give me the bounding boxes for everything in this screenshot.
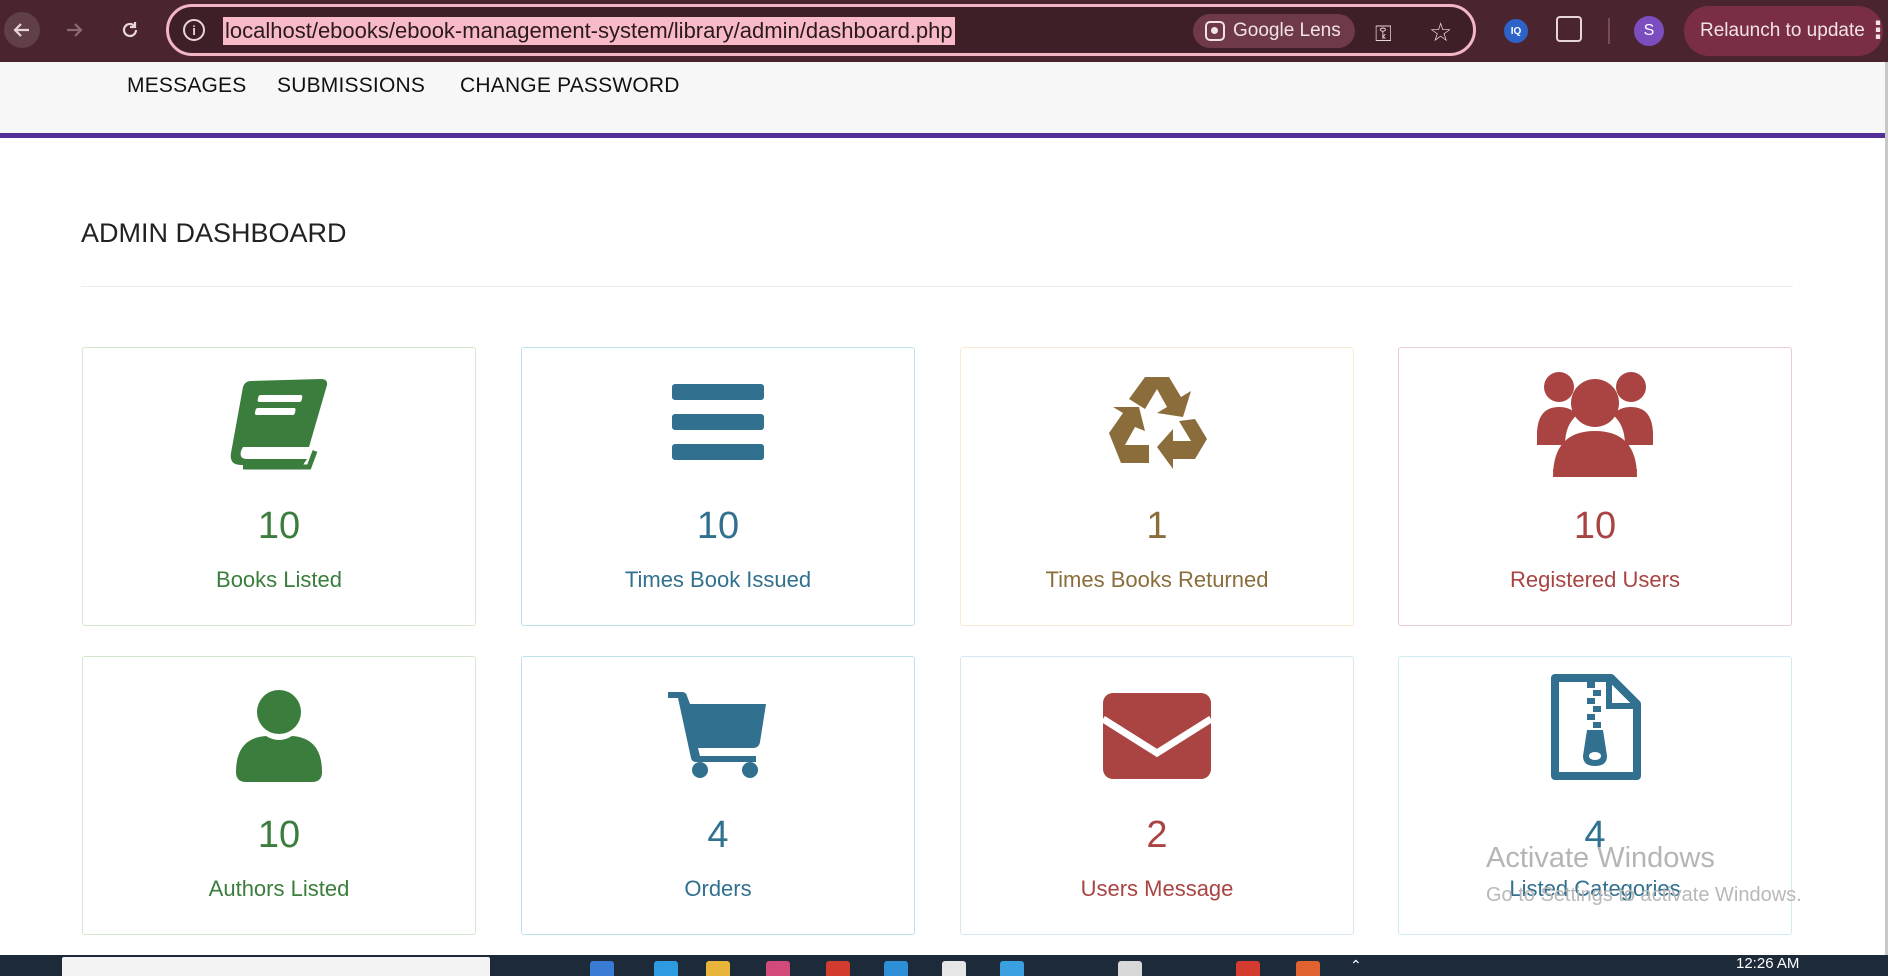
card-label: Authors Listed (208, 876, 350, 901)
relaunch-button[interactable]: Relaunch to update (1684, 6, 1883, 56)
envelope-icon (961, 681, 1353, 791)
back-button[interactable] (4, 12, 40, 48)
card-registered-users[interactable]: 10 Registered Users (1398, 347, 1792, 626)
taskbar-app-icon[interactable] (766, 961, 790, 976)
taskbar-app-icon[interactable] (654, 961, 678, 976)
taskbar-app-icon[interactable] (706, 961, 730, 976)
card-count: 10 (696, 505, 740, 547)
forward-button[interactable] (56, 12, 92, 48)
taskbar-clock: 12:26 AM (1736, 955, 1800, 972)
url-text[interactable]: localhost/ebooks/ebook-management-system… (223, 17, 955, 45)
card-count: 4 (707, 814, 729, 856)
toolbar-divider (1608, 18, 1610, 44)
card-label: Times Books Returned (1045, 567, 1269, 592)
arrow-right-icon (67, 23, 83, 37)
card-count: 2 (1146, 814, 1168, 856)
taskbar-app-icon[interactable] (884, 961, 908, 976)
card-label: Books Listed (216, 567, 342, 592)
bars-icon (522, 368, 914, 478)
taskbar-app-icon[interactable] (942, 961, 966, 976)
lens-icon (1205, 21, 1225, 41)
taskbar-app-icon[interactable] (826, 961, 850, 976)
nav-submissions[interactable]: SUBMISSIONS (277, 74, 425, 98)
card-count: 1 (1146, 505, 1168, 547)
card-times-book-issued[interactable]: 10 Times Book Issued (521, 347, 915, 626)
reload-button[interactable] (112, 12, 148, 48)
card-label: Times Book Issued (624, 567, 812, 592)
page-title: ADMIN DASHBOARD (81, 218, 347, 248)
google-lens-button[interactable]: Google Lens (1193, 14, 1355, 48)
taskbar-app-icon[interactable] (1118, 961, 1142, 976)
site-info-icon[interactable]: i (183, 19, 205, 41)
profile-avatar[interactable]: S (1634, 16, 1664, 46)
taskbar-app-icon[interactable] (1000, 961, 1024, 976)
taskbar-app-icon[interactable] (1296, 961, 1320, 976)
card-count: 10 (1573, 505, 1617, 547)
taskbar-app-icon[interactable] (590, 961, 614, 976)
extension-icon[interactable]: IQ (1504, 19, 1528, 43)
key-icon[interactable]: ⚿ (1375, 21, 1392, 47)
card-label: Users Message (1080, 876, 1234, 901)
arrow-left-icon (13, 23, 29, 37)
card-count: 10 (257, 505, 301, 547)
card-count: 10 (257, 814, 301, 856)
reload-icon (122, 22, 138, 38)
title-divider (81, 286, 1793, 287)
card-orders[interactable]: 4 Orders (521, 656, 915, 935)
card-label: Orders (684, 876, 752, 901)
zip-file-icon (1399, 673, 1791, 783)
windows-taskbar: ⌃ 12:26 AM (0, 955, 1888, 976)
card-authors-listed[interactable]: 10 Authors Listed (82, 656, 476, 935)
chevron-up-icon[interactable]: ⌃ (1350, 957, 1362, 974)
activate-windows-title: Activate Windows (1486, 842, 1715, 874)
nav-change-password[interactable]: CHANGE PASSWORD (460, 74, 680, 98)
card-label: Registered Users (1510, 567, 1680, 592)
address-bar[interactable]: i localhost/ebooks/ebook-management-syst… (166, 4, 1476, 56)
recycle-icon (961, 368, 1353, 478)
menu-kebab-icon[interactable]: ⋮ (1866, 18, 1888, 44)
card-books-listed[interactable]: 10 Books Listed (82, 347, 476, 626)
users-icon (1399, 368, 1791, 478)
book-icon (83, 368, 475, 478)
card-times-books-returned[interactable]: 1 Times Books Returned (960, 347, 1354, 626)
extensions-puzzle-icon[interactable] (1556, 16, 1582, 42)
bookmark-star-icon[interactable]: ☆ (1429, 17, 1452, 48)
taskbar-search-box[interactable] (62, 957, 490, 976)
nav-messages[interactable]: MESSAGES (127, 74, 246, 98)
cart-icon (522, 679, 914, 789)
taskbar-app-icon[interactable] (1236, 961, 1260, 976)
activate-windows-subtitle: Go to Settings to activate Windows. (1486, 884, 1802, 906)
google-lens-label: Google Lens (1233, 20, 1341, 41)
user-icon (83, 681, 475, 791)
card-users-message[interactable]: 2 Users Message (960, 656, 1354, 935)
browser-toolbar: i localhost/ebooks/ebook-management-syst… (0, 0, 1888, 62)
site-navbar: MESSAGES SUBMISSIONS CHANGE PASSWORD (0, 62, 1886, 138)
